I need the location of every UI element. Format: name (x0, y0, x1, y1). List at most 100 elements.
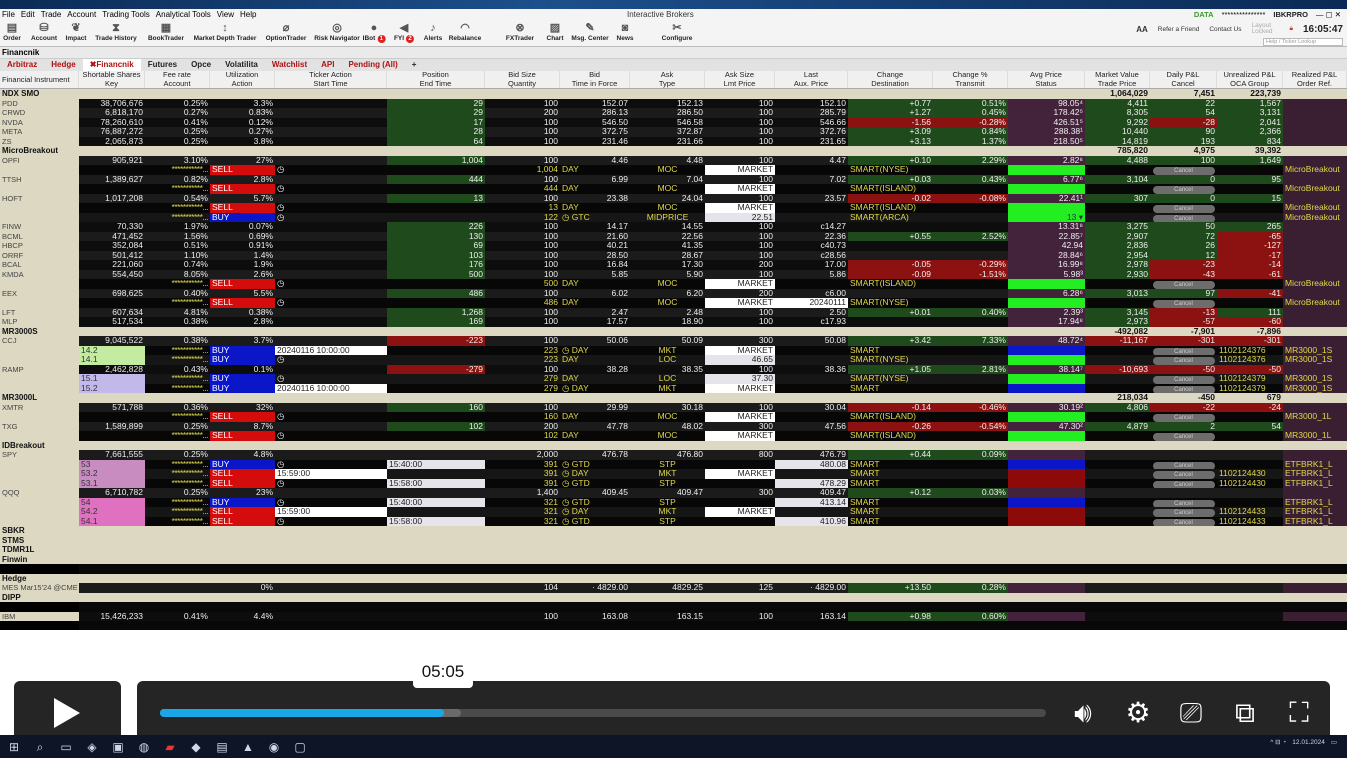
cancel-button[interactable]: Cancel (1152, 499, 1215, 507)
aux-price-field[interactable]: 410.96 (775, 516, 848, 526)
instrument-name[interactable]: PDD (0, 98, 79, 108)
tab-api[interactable]: API (314, 59, 341, 71)
column-header[interactable]: Daily P&L Cancel (1150, 71, 1217, 88)
video-progress-bar[interactable] (160, 709, 1046, 717)
chrome-icon[interactable]: ▲ (240, 739, 256, 755)
sell-action[interactable]: SELL (210, 469, 275, 479)
position-row[interactable]: KMDA 554,450 8.05% 2.6% 500 100 5.85 5.90 100 5.8… (0, 269, 1347, 279)
order-row[interactable]: ***********... BUY ◷ 122 ◷ GTC MIDPRICE 22.51 S… (0, 212, 1347, 222)
limit-price-field[interactable]: MARKET (705, 469, 775, 479)
instrument-name[interactable]: HBCP (0, 241, 79, 251)
instrument-name[interactable]: BCML (0, 231, 79, 241)
limit-price-field[interactable]: MARKET (705, 298, 775, 308)
app-icon[interactable]: ▣ (110, 739, 126, 755)
buy-action[interactable]: BUY (210, 374, 275, 384)
notification-icon[interactable]: ▭ (1331, 738, 1337, 746)
cast-icon[interactable]: ⎚ (1173, 695, 1209, 731)
group-row[interactable]: MR3000S -492,082 -7,901 -7,896 (0, 326, 1347, 336)
app-icon[interactable]: ▢ (292, 739, 308, 755)
menu-account[interactable]: Account (67, 9, 96, 21)
column-header[interactable]: Shortable Shares Key (79, 71, 145, 88)
app-icon[interactable]: ◉ (266, 739, 282, 755)
instrument-name[interactable]: MES Mar15'24 @CME (0, 583, 79, 593)
toolbar-trade-history[interactable]: ⧗ Trade History (95, 22, 137, 42)
toolbar-booktrader[interactable]: ▦ BookTrader (148, 22, 184, 42)
start-time-field[interactable]: 15:59:00 (275, 507, 387, 517)
group-row[interactable]: DIPP (0, 592, 1347, 602)
order-row[interactable]: ***********... SELL ◷ 1,004 DAY MOC MARKET SMAR… (0, 165, 1347, 175)
windows-start-icon[interactable]: ⊞ (6, 739, 22, 755)
tab-arbitraz[interactable]: Arbitraz (0, 59, 44, 71)
volume-icon[interactable]: 🔊︎ (1065, 695, 1101, 731)
column-header[interactable]: Change Destination (848, 71, 933, 88)
column-header[interactable]: Unrealized P&L OCA Group (1217, 71, 1283, 88)
toolbar-configure[interactable]: ✂ Configure (662, 22, 693, 42)
position-row[interactable]: IBM 15,426,233 0.41% 4.4% 100 163.08 163.15 100… (0, 611, 1347, 621)
position-row[interactable]: OPFI 905,921 3.10% 27% 1,004 100 4.46 4.48 100 4.… (0, 155, 1347, 165)
position-row[interactable]: HBCP 352,084 0.51% 0.91% 69 100 40.21 41.35 100 c… (0, 241, 1347, 251)
sell-action[interactable]: SELL (210, 279, 275, 289)
cancel-button[interactable]: Cancel (1152, 414, 1215, 422)
cancel-button[interactable]: Cancel (1152, 347, 1215, 355)
tab-pendingall[interactable]: Pending (All) (341, 59, 404, 71)
group-row[interactable]: MR3000L 218,034 -450 679 (0, 393, 1347, 403)
menu-help[interactable]: Help (240, 9, 256, 21)
tray-icons[interactable]: ^ ⊟ ◔ (1270, 738, 1286, 746)
cancel-button[interactable]: Cancel (1152, 214, 1215, 222)
instrument-name[interactable]: QQQ (0, 488, 79, 498)
column-header[interactable]: Position End Time (387, 71, 485, 88)
sell-action[interactable]: SELL (210, 431, 275, 441)
cancel-button[interactable]: Cancel (1152, 480, 1215, 488)
start-time-field[interactable]: 15:59:00 (275, 469, 387, 479)
toolbar-account[interactable]: ⛁ Account (31, 22, 57, 42)
position-row[interactable]: MLP 517,534 0.38% 2.8% 169 100 17.57 18.90 100 c1… (0, 317, 1347, 327)
picture-in-picture-icon[interactable]: ⧉ (1227, 695, 1263, 731)
order-row[interactable]: 53.1 ***********... SELL ◷ 15:58:00 391 ◷ GTD S… (0, 478, 1347, 488)
instrument-name[interactable]: ORRF (0, 250, 79, 260)
limit-price-field[interactable]: MARKET (705, 279, 775, 289)
sell-action[interactable]: SELL (210, 478, 275, 488)
group-row[interactable]: TDMR1L (0, 545, 1347, 555)
font-size-button[interactable]: AA (1136, 25, 1148, 34)
cancel-button[interactable]: Cancel (1152, 385, 1215, 393)
limit-price-field[interactable]: 37.30 (705, 374, 775, 384)
task-view-icon[interactable]: ▭ (58, 739, 74, 755)
menu-trading-tools[interactable]: Trading Tools (102, 9, 150, 21)
search-icon[interactable]: ⌕ (32, 739, 48, 755)
instrument-name[interactable]: CRWD (0, 108, 79, 118)
order-row[interactable]: 54.2 ***********... SELL 15:59:00 321 ◷ DAY MK… (0, 507, 1347, 517)
sell-action[interactable]: SELL (210, 516, 275, 526)
aux-price-field[interactable]: 20240111 (775, 298, 848, 308)
column-header[interactable]: Change % Transmit (933, 71, 1008, 88)
end-time-field[interactable]: 15:40:00 (387, 459, 485, 469)
position-row[interactable]: TXG 1,589,899 0.25% 8.7% 102 200 47.78 48.02 300… (0, 421, 1347, 431)
column-header[interactable]: Ask Type (630, 71, 705, 88)
end-time-field[interactable]: 15:40:00 (387, 497, 485, 507)
order-row[interactable]: 15.1 ***********... BUY ◷ 279 DAY LOC 37.30 SMAR… (0, 374, 1347, 384)
end-time-field[interactable]: 15:58:00 (387, 516, 485, 526)
instrument-name[interactable]: RAMP (0, 364, 79, 374)
toolbar-order[interactable]: ▤ Order (3, 22, 21, 42)
instrument-name[interactable]: OPFI (0, 155, 79, 165)
order-row[interactable]: 14.2 ***********... BUY 20240116 10:00:00 22… (0, 345, 1347, 355)
instrument-name[interactable]: EEX (0, 288, 79, 298)
position-row[interactable]: BCML 471,452 1.56% 0.69% 130 100 21.60 22.56 100… (0, 231, 1347, 241)
instrument-name[interactable]: HOFT (0, 193, 79, 203)
start-time-field[interactable]: 20240116 10:00:00 (275, 383, 387, 393)
toolbar-ibot[interactable]: ● IBot 1 (363, 22, 386, 43)
menu-analytical-tools[interactable]: Analytical Tools (156, 9, 211, 21)
settings-gear-icon[interactable]: ⚙ (1120, 695, 1156, 731)
position-row[interactable]: FINW 70,330 1.97% 0.07% 226 100 14.17 14.55 100 c… (0, 222, 1347, 232)
window-controls[interactable]: — ▢ ✕ (1316, 9, 1341, 21)
group-row[interactable]: Hedge (0, 573, 1347, 583)
instrument-name[interactable]: NVDA (0, 117, 79, 127)
toolbar-rebalance[interactable]: ◠ Rebalance (449, 22, 482, 42)
menu-view[interactable]: View (217, 9, 234, 21)
position-row[interactable]: CCJ 9,045,522 0.38% 3.7% -223 100 50.06 50.09 30… (0, 336, 1347, 346)
buy-action[interactable]: BUY (210, 355, 275, 365)
toolbar-optiontrader[interactable]: ⌀ OptionTrader (266, 22, 307, 42)
cancel-button[interactable]: Cancel (1152, 186, 1215, 194)
instrument-name[interactable]: KMDA (0, 269, 79, 279)
limit-price-field[interactable]: MARKET (705, 203, 775, 213)
toolbar-fyi[interactable]: ◀ FYI 2 (394, 22, 415, 43)
